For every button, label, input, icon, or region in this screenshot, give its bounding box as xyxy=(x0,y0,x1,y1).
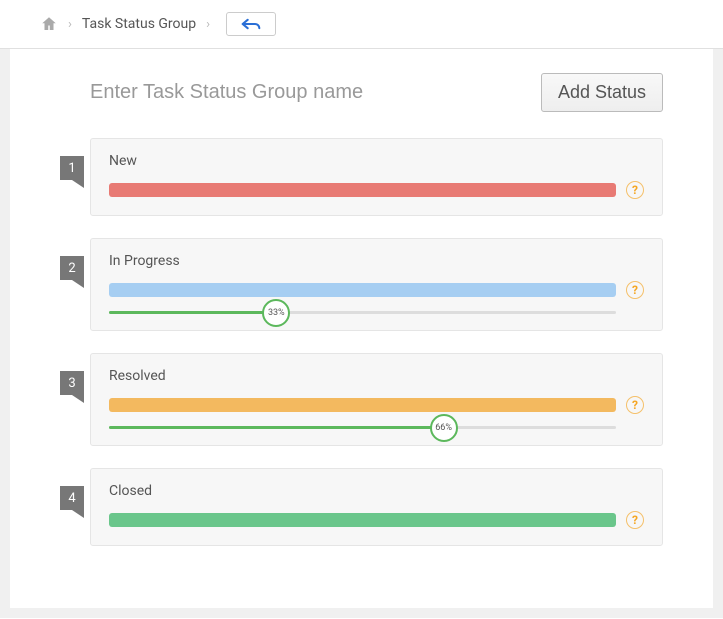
status-card: Resolved? 66% xyxy=(90,353,663,446)
status-row: 2 In Progress? 33% xyxy=(60,238,663,331)
help-icon[interactable]: ? xyxy=(626,281,644,299)
status-name-input[interactable]: Resolved xyxy=(109,368,644,384)
step-badge: 4 xyxy=(60,486,84,510)
step-badge: 3 xyxy=(60,371,84,395)
group-name-input[interactable] xyxy=(90,81,541,104)
reply-arrow-icon xyxy=(241,17,261,31)
color-bar-row: ? xyxy=(109,396,644,414)
help-icon[interactable]: ? xyxy=(626,511,644,529)
status-card: In Progress? 33% xyxy=(90,238,663,331)
slider-fill xyxy=(109,426,444,429)
color-bar-row: ? xyxy=(109,181,644,199)
step-badge: 2 xyxy=(60,256,84,280)
progress-slider[interactable]: 33% xyxy=(109,311,644,314)
breadcrumb: › Task Status Group › xyxy=(0,0,723,49)
status-card: New? xyxy=(90,138,663,216)
slider-handle[interactable]: 33% xyxy=(262,299,290,327)
slider-fill xyxy=(109,311,276,314)
status-name-input[interactable]: In Progress xyxy=(109,253,644,269)
step-badge: 1 xyxy=(60,156,84,180)
status-row: 3 Resolved? 66% xyxy=(60,353,663,446)
breadcrumb-label[interactable]: Task Status Group xyxy=(82,16,196,32)
color-bar-row: ? xyxy=(109,281,644,299)
status-color-bar xyxy=(109,398,616,412)
back-button[interactable] xyxy=(226,12,276,36)
status-color-bar xyxy=(109,513,616,527)
chevron-right-icon: › xyxy=(68,17,72,32)
header-row: Add Status xyxy=(90,73,663,112)
color-bar-row: ? xyxy=(109,511,644,529)
progress-slider[interactable]: 66% xyxy=(109,426,644,429)
status-name-input[interactable]: New xyxy=(109,153,644,169)
help-icon[interactable]: ? xyxy=(626,396,644,414)
status-row: 4Closed? xyxy=(60,468,663,546)
status-card: Closed? xyxy=(90,468,663,546)
status-color-bar xyxy=(109,283,616,297)
status-name-input[interactable]: Closed xyxy=(109,483,644,499)
home-icon[interactable] xyxy=(40,15,58,33)
chevron-right-icon: › xyxy=(206,17,210,32)
status-row: 1New? xyxy=(60,138,663,216)
help-icon[interactable]: ? xyxy=(626,181,644,199)
slider-track: 33% xyxy=(109,311,616,314)
slider-handle[interactable]: 66% xyxy=(430,414,458,442)
status-color-bar xyxy=(109,183,616,197)
status-list: 1New?2In Progress?33%3Resolved?66%4Close… xyxy=(60,138,663,546)
slider-track: 66% xyxy=(109,426,616,429)
add-status-button[interactable]: Add Status xyxy=(541,73,663,112)
